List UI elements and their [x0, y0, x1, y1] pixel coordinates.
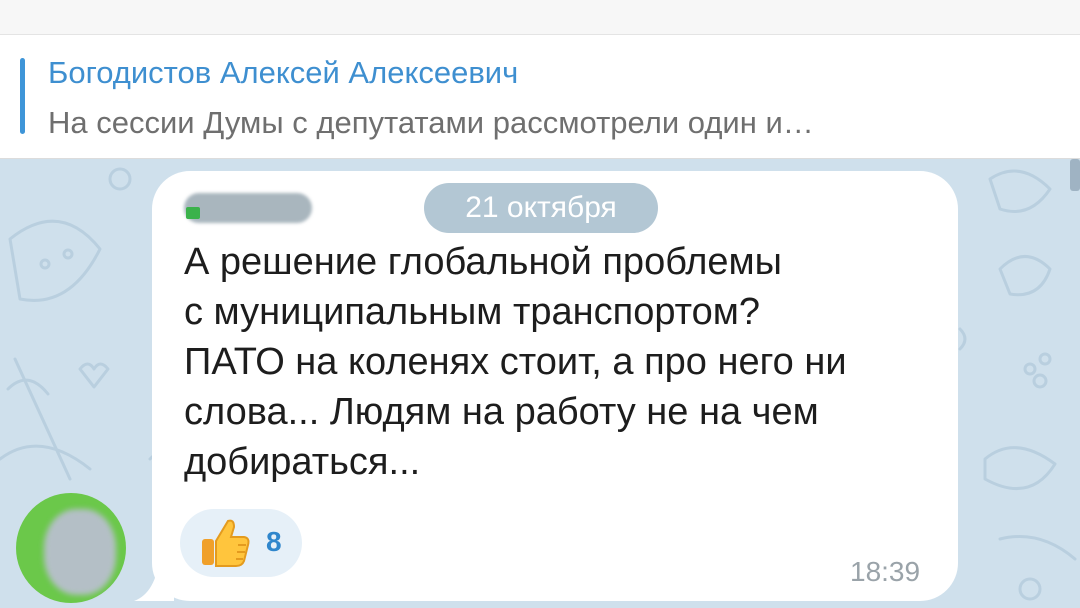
- message-time: 18:39: [850, 556, 921, 587]
- date-separator: 21 октября: [424, 183, 658, 233]
- message-line: А решение глобальной проблемы: [184, 241, 782, 283]
- message-line: с муниципальным транспортом?: [184, 291, 761, 333]
- message-line: добираться...: [184, 441, 421, 483]
- chat-area[interactable]: 21 октября А решение глобальной проблемы…: [0, 159, 1080, 608]
- sender-name-fragment: [186, 207, 200, 219]
- message-text: А решение глобальной проблемы с муниципа…: [184, 237, 944, 487]
- message-line: слова... Людям на работу не на чем: [184, 391, 819, 433]
- pinned-indicator: [20, 58, 25, 134]
- reaction-count: 8: [266, 526, 282, 557]
- sender-name-redacted: [184, 193, 312, 223]
- top-bar: [0, 0, 1080, 35]
- pinned-message-preview: На сессии Думы с депутатами рассмотрели …: [48, 105, 814, 140]
- reaction-button[interactable]: 8: [180, 509, 302, 577]
- pinned-message-bar[interactable]: Богодистов Алексей Алексеевич На сессии …: [0, 35, 1080, 159]
- message-bubble[interactable]: 21 октября А решение глобальной проблемы…: [152, 171, 958, 601]
- thumbs-up-icon: [202, 519, 250, 567]
- pinned-message-title: Богодистов Алексей Алексеевич: [48, 55, 519, 90]
- scrollbar-thumb[interactable]: [1070, 159, 1080, 191]
- avatar-image-blurred: [44, 509, 116, 595]
- message-line: ПАТО на коленях стоит, а про него ни: [184, 341, 847, 383]
